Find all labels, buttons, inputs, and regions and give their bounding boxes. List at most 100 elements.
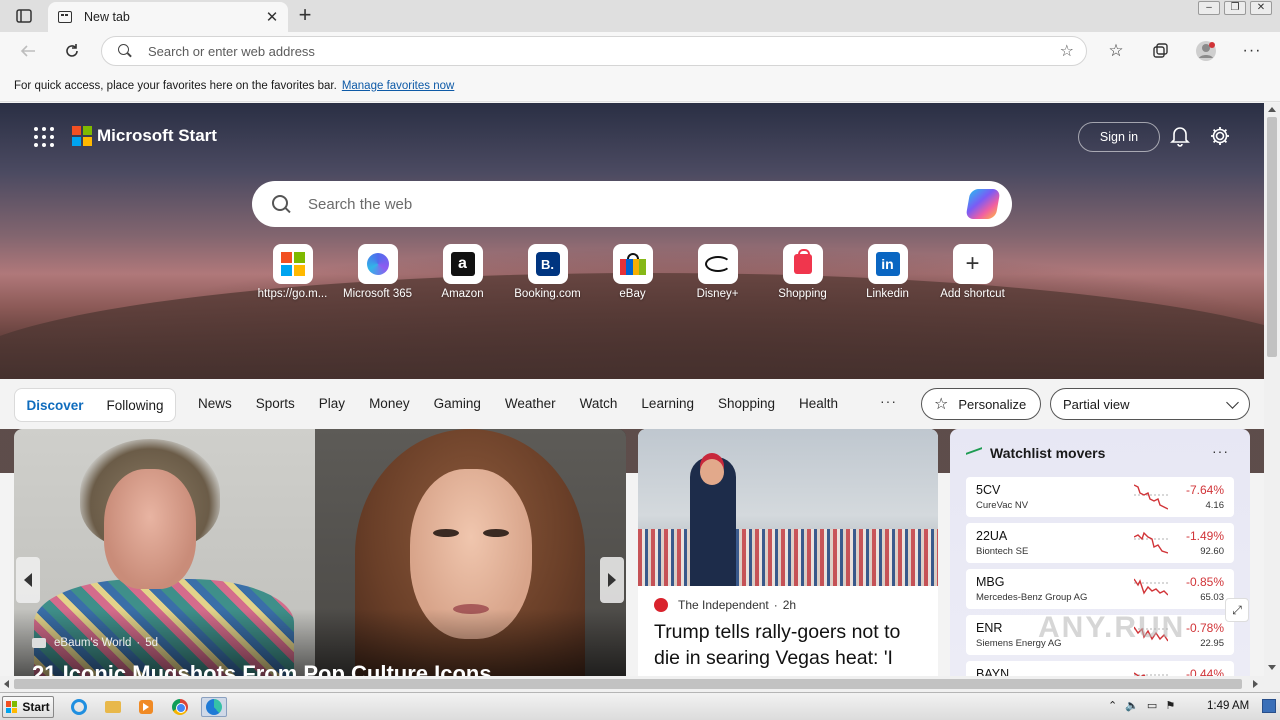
- show-desktop-button[interactable]: [1262, 699, 1276, 713]
- profile-avatar-icon: [1196, 41, 1216, 61]
- stock-row[interactable]: MBG Mercedes-Benz Group AG -0.85% 65.03: [966, 569, 1234, 609]
- stock-row[interactable]: 22UA Biontech SE -1.49% 92.60: [966, 523, 1234, 563]
- horizontal-scrollbar[interactable]: [0, 676, 1264, 692]
- shortcut-go-microsoft[interactable]: https://go.m...: [250, 244, 335, 300]
- shortcut-shopping[interactable]: Shopping: [760, 244, 845, 300]
- taskbar-file-explorer[interactable]: [100, 697, 126, 717]
- card-headline[interactable]: 21 Iconic Mugshots From Pop Culture Icon…: [32, 661, 492, 676]
- plus-icon: +: [965, 250, 980, 277]
- network-icon[interactable]: ▭: [1147, 699, 1157, 712]
- workspaces-button[interactable]: [10, 6, 38, 26]
- shortcut-label: https://go.m...: [257, 288, 328, 300]
- stock-sparkline-icon: [1134, 531, 1168, 554]
- shopping-bag-icon: [793, 249, 812, 274]
- notifications-button[interactable]: [1170, 125, 1190, 147]
- taskbar-edge[interactable]: [201, 697, 227, 717]
- close-window-button[interactable]: ✕: [1250, 1, 1272, 15]
- collections-icon: [1153, 43, 1168, 58]
- sign-in-button[interactable]: Sign in: [1078, 122, 1160, 152]
- stock-change: -0.85%: [1185, 575, 1224, 589]
- scroll-left-icon[interactable]: [4, 680, 9, 688]
- add-favorite-icon[interactable]: ☆: [1060, 41, 1074, 61]
- stock-symbol: 22UA: [976, 529, 1008, 543]
- minimize-button[interactable]: ‒: [1198, 1, 1220, 15]
- brand-title[interactable]: Microsoft Start: [97, 126, 217, 146]
- restore-button[interactable]: ❐: [1224, 1, 1246, 15]
- nav-money[interactable]: Money: [357, 396, 422, 411]
- search-icon: [118, 44, 132, 58]
- start-label: Start: [22, 700, 50, 714]
- featured-card[interactable]: eBaum's World · 5d 21 Iconic Mugshots Fr…: [14, 429, 626, 676]
- shortcut-microsoft-365[interactable]: Microsoft 365: [335, 244, 420, 300]
- app-launcher-icon[interactable]: [34, 127, 54, 147]
- page-settings-button[interactable]: [1209, 125, 1231, 147]
- stock-name: Biontech SE: [976, 546, 1029, 557]
- windows-logo-icon: [280, 252, 305, 276]
- nav-news[interactable]: News: [186, 396, 244, 411]
- stock-row[interactable]: 5CV CureVac NV -7.64% 4.16: [966, 477, 1234, 517]
- scroll-right-icon[interactable]: [1253, 680, 1258, 688]
- stock-row[interactable]: BAYN -0.44%: [966, 661, 1234, 676]
- scroll-up-icon[interactable]: [1268, 107, 1276, 112]
- carousel-prev-button[interactable]: [16, 557, 40, 603]
- address-bar[interactable]: Search or enter web address ☆: [101, 36, 1087, 66]
- carousel-next-button[interactable]: [600, 557, 624, 603]
- personalize-button[interactable]: ☆ Personalize: [921, 388, 1041, 420]
- collections-button[interactable]: [1146, 38, 1174, 64]
- taskbar-internet-explorer[interactable]: [66, 697, 92, 717]
- watchlist-header[interactable]: Watchlist movers: [966, 445, 1105, 461]
- action-center-flag-icon[interactable]: ⚑: [1165, 699, 1175, 712]
- web-search-box[interactable]: Search the web: [252, 181, 1012, 227]
- taskbar-media-player[interactable]: [133, 697, 159, 717]
- stock-symbol: BAYN: [976, 667, 1010, 676]
- favorites-button[interactable]: ☆: [1102, 38, 1130, 64]
- watchlist-more-button[interactable]: ···: [1212, 443, 1229, 459]
- nav-play[interactable]: Play: [307, 396, 357, 411]
- vertical-scrollbar[interactable]: [1264, 103, 1280, 676]
- source-name: eBaum's World: [54, 637, 132, 649]
- nav-watch[interactable]: Watch: [568, 396, 630, 411]
- internet-explorer-icon: [71, 699, 87, 715]
- expand-button[interactable]: ⤢: [1225, 598, 1249, 622]
- tab-new-tab[interactable]: New tab ✕: [48, 2, 288, 32]
- shortcut-disney-plus[interactable]: Disney+: [675, 244, 760, 300]
- shortcut-ebay[interactable]: eBay: [590, 244, 675, 300]
- nav-gaming[interactable]: Gaming: [422, 396, 493, 411]
- shortcut-booking[interactable]: B. Booking.com: [505, 244, 590, 300]
- manage-favorites-link[interactable]: Manage favorites now: [342, 80, 455, 92]
- view-mode-dropdown[interactable]: Partial view: [1050, 388, 1250, 420]
- card-source: The Independent · 2h: [654, 598, 796, 612]
- copilot-icon[interactable]: [965, 189, 1001, 219]
- nav-learning[interactable]: Learning: [629, 396, 706, 411]
- taskbar-clock[interactable]: 1:49 AM: [1207, 700, 1249, 712]
- nav-more-button[interactable]: ···: [880, 393, 897, 409]
- nav-health[interactable]: Health: [787, 396, 850, 411]
- card-headline[interactable]: Trump tells rally-goers not to die in se…: [654, 619, 930, 671]
- shortcut-amazon[interactable]: a Amazon: [420, 244, 505, 300]
- add-shortcut-button[interactable]: + Add shortcut: [930, 244, 1015, 300]
- new-tab-button[interactable]: +: [294, 4, 316, 26]
- scroll-thumb[interactable]: [1267, 117, 1277, 357]
- tab-following[interactable]: Following: [95, 398, 175, 413]
- back-button[interactable]: [14, 38, 42, 64]
- tray-expand-icon[interactable]: ⌃: [1108, 699, 1117, 712]
- shortcut-linkedin[interactable]: in Linkedin: [845, 244, 930, 300]
- microsoft-365-icon: [366, 253, 389, 275]
- tab-discover[interactable]: Discover: [15, 398, 95, 413]
- profile-button[interactable]: [1192, 38, 1220, 64]
- volume-icon[interactable]: 🔈: [1125, 699, 1139, 712]
- nav-sports[interactable]: Sports: [244, 396, 307, 411]
- scroll-down-icon[interactable]: [1268, 665, 1276, 670]
- refresh-button[interactable]: [58, 38, 86, 64]
- taskbar-chrome[interactable]: [167, 697, 193, 717]
- stock-trend-icon: [966, 448, 982, 458]
- news-card[interactable]: The Independent · 2h Trump tells rally-g…: [638, 429, 938, 676]
- settings-more-button[interactable]: ···: [1238, 38, 1266, 64]
- start-button[interactable]: Start: [2, 696, 54, 718]
- nav-weather[interactable]: Weather: [493, 396, 568, 411]
- expand-arrows-icon: ⤢: [1232, 602, 1242, 617]
- close-tab-icon[interactable]: ✕: [264, 8, 280, 26]
- nav-shopping[interactable]: Shopping: [706, 396, 787, 411]
- scroll-thumb[interactable]: [14, 679, 1242, 689]
- favorites-icon: ☆: [1108, 41, 1124, 60]
